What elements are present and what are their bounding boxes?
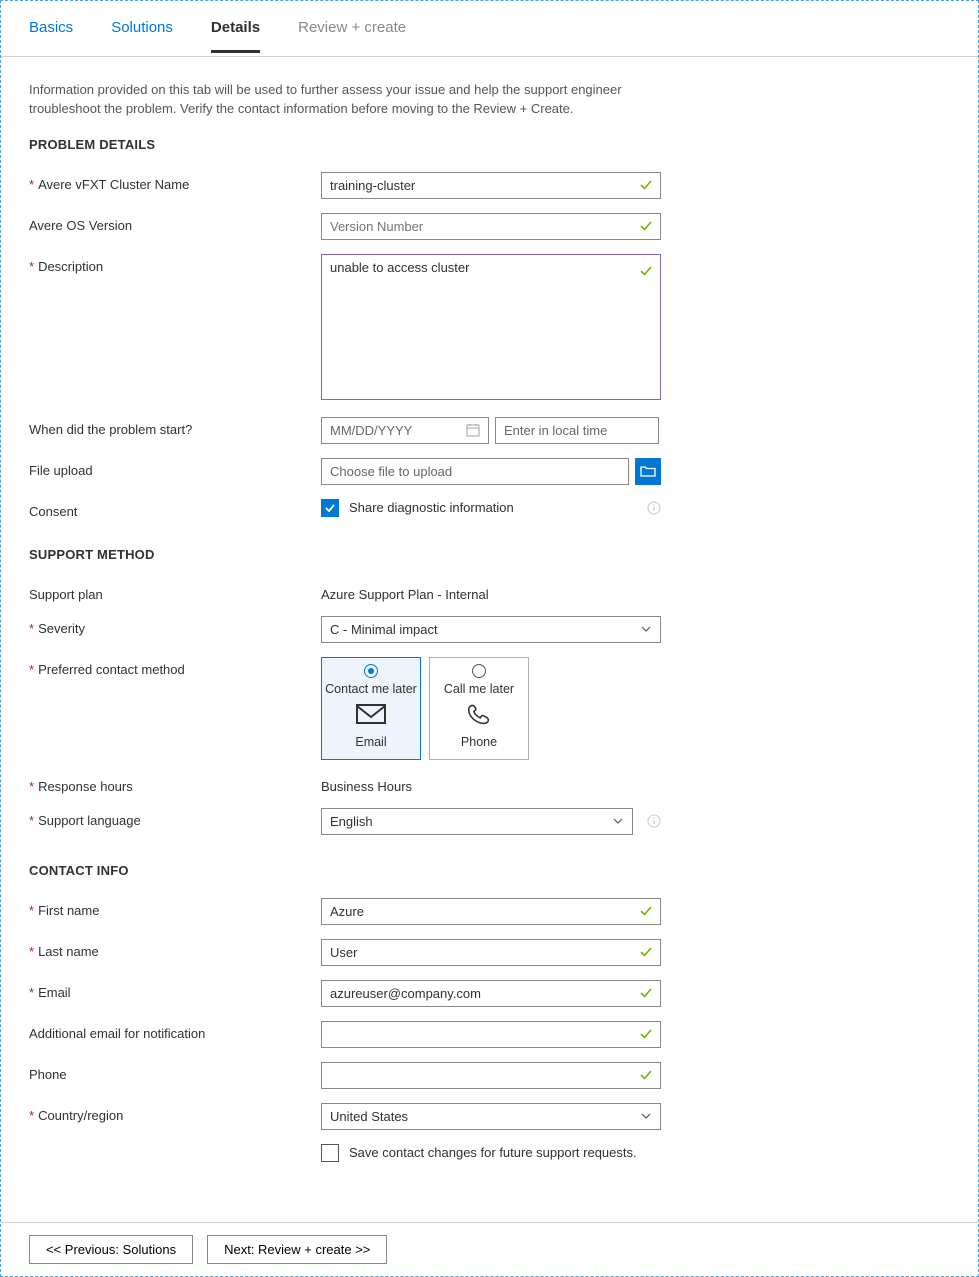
label-email: Email bbox=[38, 985, 71, 1000]
label-description: Description bbox=[38, 259, 103, 274]
country-select[interactable]: United States bbox=[321, 1103, 661, 1130]
severity-select[interactable]: C - Minimal impact bbox=[321, 616, 661, 643]
radio-icon bbox=[364, 664, 378, 678]
time-input[interactable]: Enter in local time bbox=[495, 417, 659, 444]
checkmark-icon bbox=[324, 502, 336, 514]
required-mark: * bbox=[29, 177, 34, 192]
tab-basics[interactable]: Basics bbox=[29, 5, 73, 53]
next-button[interactable]: Next: Review + create >> bbox=[207, 1235, 387, 1264]
required-mark: * bbox=[29, 944, 34, 959]
email-input[interactable] bbox=[321, 980, 661, 1007]
envelope-icon bbox=[355, 702, 387, 726]
chevron-down-icon bbox=[640, 1110, 652, 1122]
label-cluster-name: Avere vFXT Cluster Name bbox=[38, 177, 189, 192]
cluster-name-input[interactable] bbox=[321, 172, 661, 199]
calendar-icon bbox=[466, 423, 480, 437]
label-additional-email: Additional email for notification bbox=[29, 1026, 205, 1041]
section-problem-details: PROBLEM DETAILS bbox=[29, 137, 950, 152]
chevron-down-icon bbox=[612, 815, 624, 827]
section-contact-info: CONTACT INFO bbox=[29, 863, 950, 878]
info-icon[interactable] bbox=[647, 814, 661, 828]
handset-icon bbox=[463, 702, 495, 726]
info-icon[interactable] bbox=[647, 501, 661, 515]
label-support-plan: Support plan bbox=[29, 587, 103, 602]
tab-details[interactable]: Details bbox=[211, 5, 260, 53]
label-preferred-contact: Preferred contact method bbox=[38, 662, 185, 677]
tab-review-create[interactable]: Review + create bbox=[298, 5, 406, 53]
contact-method-phone-card[interactable]: Call me later Phone bbox=[429, 657, 529, 760]
label-support-language: Support language bbox=[38, 813, 141, 828]
card-subtitle: Phone bbox=[432, 735, 526, 749]
tab-solutions[interactable]: Solutions bbox=[111, 5, 173, 53]
required-mark: * bbox=[29, 813, 34, 828]
required-mark: * bbox=[29, 259, 34, 274]
file-upload-input[interactable]: Choose file to upload bbox=[321, 458, 629, 485]
os-version-input[interactable] bbox=[321, 213, 661, 240]
wizard-footer: << Previous: Solutions Next: Review + cr… bbox=[1, 1222, 978, 1276]
last-name-input[interactable] bbox=[321, 939, 661, 966]
severity-value: C - Minimal impact bbox=[330, 622, 438, 637]
label-file-upload: File upload bbox=[29, 463, 93, 478]
section-support-method: SUPPORT METHOD bbox=[29, 547, 950, 562]
label-os-version: Avere OS Version bbox=[29, 218, 132, 233]
response-hours-value: Business Hours bbox=[321, 774, 661, 794]
card-title: Call me later bbox=[432, 682, 526, 696]
save-contact-checkbox[interactable] bbox=[321, 1144, 339, 1162]
folder-icon bbox=[640, 464, 656, 478]
consent-text: Share diagnostic information bbox=[349, 500, 514, 515]
label-problem-start: When did the problem start? bbox=[29, 422, 192, 437]
language-select[interactable]: English bbox=[321, 808, 633, 835]
required-mark: * bbox=[29, 985, 34, 1000]
time-placeholder: Enter in local time bbox=[504, 423, 607, 438]
label-country: Country/region bbox=[38, 1108, 123, 1123]
description-textarea[interactable]: unable to access cluster bbox=[321, 254, 661, 400]
date-input[interactable]: MM/DD/YYYY bbox=[321, 417, 489, 444]
phone-input[interactable] bbox=[321, 1062, 661, 1089]
label-consent: Consent bbox=[29, 504, 77, 519]
file-browse-button[interactable] bbox=[635, 458, 661, 485]
label-last-name: Last name bbox=[38, 944, 99, 959]
additional-email-input[interactable] bbox=[321, 1021, 661, 1048]
card-title: Contact me later bbox=[324, 682, 418, 696]
card-subtitle: Email bbox=[324, 735, 418, 749]
first-name-input[interactable] bbox=[321, 898, 661, 925]
label-first-name: First name bbox=[38, 903, 99, 918]
support-plan-value: Azure Support Plan - Internal bbox=[321, 582, 661, 602]
consent-checkbox[interactable] bbox=[321, 499, 339, 517]
radio-icon bbox=[472, 664, 486, 678]
date-placeholder: MM/DD/YYYY bbox=[330, 423, 412, 438]
required-mark: * bbox=[29, 621, 34, 636]
country-value: United States bbox=[330, 1109, 408, 1124]
label-severity: Severity bbox=[38, 621, 85, 636]
required-mark: * bbox=[29, 903, 34, 918]
previous-button[interactable]: << Previous: Solutions bbox=[29, 1235, 193, 1264]
save-contact-label: Save contact changes for future support … bbox=[349, 1145, 637, 1160]
label-response-hours: Response hours bbox=[38, 779, 133, 794]
label-phone: Phone bbox=[29, 1067, 67, 1082]
chevron-down-icon bbox=[640, 623, 652, 635]
tab-strip: Basics Solutions Details Review + create bbox=[1, 1, 978, 57]
required-mark: * bbox=[29, 779, 34, 794]
intro-text: Information provided on this tab will be… bbox=[29, 81, 649, 119]
required-mark: * bbox=[29, 1108, 34, 1123]
form-scroll-area[interactable]: Information provided on this tab will be… bbox=[1, 57, 978, 1222]
contact-method-email-card[interactable]: Contact me later Email bbox=[321, 657, 421, 760]
required-mark: * bbox=[29, 662, 34, 677]
language-value: English bbox=[330, 814, 373, 829]
